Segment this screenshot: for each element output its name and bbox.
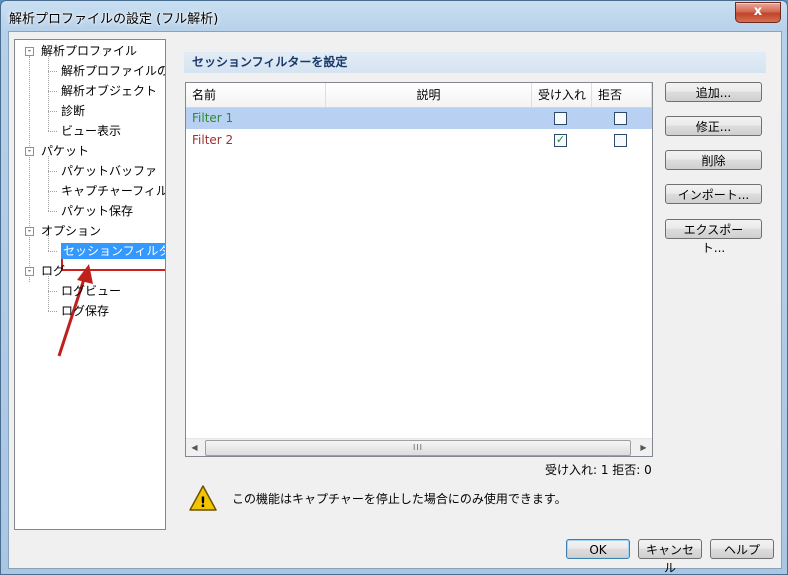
delete-button[interactable]: 削除 [665, 150, 762, 170]
tree-connector [48, 91, 57, 92]
tree-connector [48, 171, 57, 172]
import-button[interactable]: インポート... [665, 184, 762, 204]
tree-connector [48, 156, 49, 211]
filter-list[interactable]: 名前 説明 受け入れ 拒否 ◀ III ▶ Filter 1 Filter 2 ✓ [185, 82, 653, 457]
column-header[interactable]: 受け入れ [532, 83, 592, 107]
tree-item-label: 解析プロファイルの [61, 64, 166, 78]
tree-connector [48, 276, 49, 311]
warning-icon: ! [189, 485, 217, 511]
column-header[interactable]: 拒否 [592, 83, 652, 107]
counts-label: 受け入れ: 1 拒否: 0 [545, 463, 652, 477]
cancel-button[interactable]: キャンセル [638, 539, 702, 574]
scroll-right-icon[interactable]: ▶ [635, 439, 652, 456]
warning-icon-glyph: ! [200, 495, 206, 511]
tree-item[interactable]: キャプチャーフィル [61, 182, 166, 200]
tree-item[interactable]: ログ保存 [61, 302, 109, 320]
accept-checkbox[interactable] [554, 112, 567, 125]
section-header: セッションフィルターを設定 [184, 52, 766, 73]
settings-tree[interactable]: - 解析プロファイル 解析プロファイルの 解析オブジェクト 診断 ビュー表示 - パケット パケ… [14, 39, 166, 530]
filter-name: Filter 1 [192, 111, 234, 125]
tree-item-label: ログ保存 [61, 304, 110, 318]
tree-connector [48, 131, 57, 132]
tree-connector [48, 291, 57, 292]
tree-item[interactable]: ビュー表示 [61, 122, 121, 140]
tree-item-label: パケットバッファ [61, 164, 158, 178]
tree-item[interactable]: ログビュー [61, 282, 121, 300]
tree-item-label: セッションフィルタ [61, 243, 165, 259]
collapse-icon[interactable]: - [25, 227, 34, 236]
tree-item-label: ログビュー [61, 284, 122, 298]
dialog-client: - 解析プロファイル 解析プロファイルの 解析オブジェクト 診断 ビュー表示 - パケット パケ… [8, 31, 782, 574]
accept-checkbox[interactable]: ✓ [554, 134, 567, 147]
tree-connector [48, 236, 49, 251]
add-button[interactable]: 追加... [665, 82, 762, 102]
tree-connector [48, 71, 57, 72]
filter-name: Filter 2 [192, 133, 234, 147]
collapse-icon[interactable]: - [25, 267, 34, 276]
warning-text: この機能はキャプチャーを停止した場合にのみ使用できます。 [232, 492, 567, 506]
tree-group-label: 解析プロファイル [41, 44, 138, 58]
help-button[interactable]: ヘルプ [710, 539, 774, 559]
tree-item-label: ビュー表示 [61, 124, 122, 138]
tree-connector [48, 211, 57, 212]
reject-checkbox[interactable] [614, 112, 627, 125]
tree-item[interactable]: セッションフィルタ [61, 242, 165, 260]
tree-connector [48, 191, 57, 192]
close-button[interactable]: x [735, 2, 781, 23]
tree-item-label: パケット保存 [61, 204, 134, 218]
reject-checkbox[interactable] [614, 134, 627, 147]
window-title: 解析プロファイルの設定 (フル解析) [9, 12, 219, 27]
tree-item[interactable]: パケット保存 [61, 202, 133, 220]
tree-connector [48, 311, 57, 312]
tree-group-label: オプション [41, 224, 102, 238]
tree-item[interactable]: 解析プロファイルの [61, 62, 166, 80]
table-row[interactable]: Filter 1 [186, 108, 652, 129]
collapse-icon[interactable]: - [25, 47, 34, 56]
ok-button[interactable]: OK [566, 539, 630, 559]
tree-item-label: 診断 [61, 104, 86, 118]
list-header: 名前 説明 受け入れ 拒否 [186, 83, 652, 108]
tree-connector [29, 56, 30, 282]
column-header[interactable]: 説明 [326, 83, 532, 107]
horizontal-scrollbar[interactable]: ◀ III ▶ [186, 438, 652, 456]
table-row[interactable]: Filter 2 ✓ [186, 130, 652, 151]
scroll-left-icon[interactable]: ◀ [186, 439, 203, 456]
column-header[interactable]: 名前 [186, 83, 326, 107]
tree-item[interactable]: 診断 [61, 102, 85, 120]
tree-item-label: 解析オブジェクト [61, 84, 158, 98]
tree-item-label: キャプチャーフィル [61, 184, 166, 198]
title-bar[interactable]: 解析プロファイルの設定 (フル解析) x [1, 1, 787, 31]
tree-connector [48, 111, 57, 112]
tree-connector [48, 251, 57, 252]
collapse-icon[interactable]: - [25, 147, 34, 156]
dialog-window: 解析プロファイルの設定 (フル解析) x - 解析プロファイル 解析プロファイルの解… [0, 0, 788, 575]
tree-item[interactable]: パケットバッファ [61, 162, 157, 180]
tree-connector [48, 56, 49, 131]
tree-item[interactable]: 解析オブジェクト [61, 82, 157, 100]
edit-button[interactable]: 修正... [665, 116, 762, 136]
tree-group-label: ログ [41, 264, 66, 278]
scroll-thumb[interactable]: III [205, 440, 631, 456]
export-button[interactable]: エクスポート... [665, 219, 762, 255]
